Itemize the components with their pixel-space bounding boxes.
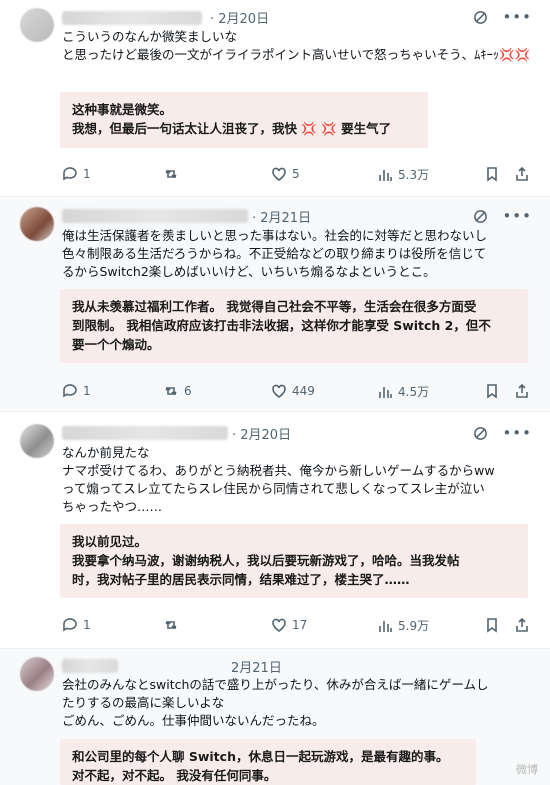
watermark: 微博: [516, 763, 538, 776]
retweet-button[interactable]: [163, 166, 184, 182]
more-options-icon[interactable]: •••: [502, 10, 532, 25]
avatar[interactable]: [20, 424, 54, 458]
reply-button[interactable]: 1: [62, 617, 91, 633]
bookmark-button[interactable]: [484, 166, 500, 182]
share-icon: [516, 166, 528, 181]
more-options-icon[interactable]: •••: [502, 426, 532, 441]
translation-box: 这种事就是微笑。 我想，但最后一句话太让人沮丧了，我快 💢 💢 要生气了: [60, 92, 428, 148]
tweet-text: なんか前見たな ナマポ受けてるわ、ありがとう納税者共、俺今から新しいゲームするか…: [62, 445, 495, 514]
heart-icon: [272, 618, 286, 632]
avatar[interactable]: [20, 657, 54, 691]
share-button[interactable]: [514, 383, 530, 399]
reply-button[interactable]: 1: [62, 166, 91, 182]
reply-icon: [63, 618, 77, 632]
views-icon: [379, 386, 392, 398]
grok-icon[interactable]: [473, 426, 488, 441]
share-button[interactable]: [514, 166, 530, 182]
username-blurred[interactable]: [62, 659, 118, 673]
views-button[interactable]: 4.5万: [377, 383, 429, 400]
grok-icon[interactable]: [473, 10, 488, 25]
bookmark-button[interactable]: [484, 617, 500, 633]
translation-box: 我从未羡慕过福利工作者。 我觉得自己社会不平等，生活会在很多方面受 到限制。 我…: [60, 289, 528, 363]
tweet-date[interactable]: · 2月20日: [232, 424, 291, 443]
more-options-icon[interactable]: •••: [502, 209, 532, 224]
avatar[interactable]: [20, 8, 54, 42]
tweet-date[interactable]: · 2月21日: [252, 207, 311, 226]
views-button[interactable]: 5.3万: [377, 166, 429, 183]
translation-box: 和公司里的每个人聊 Switch，休息日一起玩游戏，是最有趣的事。 对不起，对不…: [60, 739, 476, 785]
tweet-text: こういうのなんか微笑ましいな と思ったけど最後の一文がイライラポイント高いせいで…: [62, 29, 531, 62]
retweet-icon: [165, 620, 177, 630]
tweet-text: 俺は生活保護者を羨ましいと思った事はない。社会的に対等だと思わないし 色々制限あ…: [62, 228, 488, 279]
views-button[interactable]: 5.9万: [377, 617, 429, 634]
share-icon: [516, 617, 528, 632]
like-button[interactable]: 449: [271, 383, 315, 399]
username-blurred[interactable]: [62, 209, 248, 223]
share-icon: [516, 383, 528, 398]
retweet-button[interactable]: 6: [163, 383, 192, 399]
heart-icon: [272, 384, 286, 398]
translation-box: 我以前见过。 我要拿个纳马波，谢谢纳税人，我以后要玩新游戏了，哈哈。当我发帖 时…: [60, 524, 528, 598]
views-icon: [379, 620, 392, 632]
tweet-2[interactable]: · 2月21日 ••• 俺は生活保護者を羨ましいと思った事はない。社会的に対等だ…: [0, 197, 550, 412]
bookmark-button[interactable]: [484, 383, 500, 399]
retweet-icon: [165, 386, 177, 396]
username-blurred[interactable]: [62, 11, 202, 25]
like-button[interactable]: 5: [271, 166, 300, 182]
bookmark-icon: [487, 167, 497, 182]
tweet-1[interactable]: · 2月20日 ••• こういうのなんか微笑ましいな と思ったけど最後の一文がイ…: [0, 0, 550, 197]
tweet-text: 会社のみんなとswitchの話で盛り上がったり、休みが合えば一緒にゲームし たり…: [62, 677, 489, 728]
username-blurred[interactable]: [62, 426, 228, 440]
heart-icon: [272, 167, 286, 181]
grok-icon[interactable]: [473, 209, 488, 224]
tweet-3[interactable]: · 2月20日 ••• なんか前見たな ナマポ受けてるわ、ありがとう納税者共、俺…: [0, 412, 550, 649]
share-button[interactable]: [514, 617, 530, 633]
retweet-icon: [165, 169, 177, 179]
bookmark-icon: [487, 384, 497, 399]
avatar[interactable]: [20, 207, 54, 241]
bookmark-icon: [487, 618, 497, 633]
tweet-4[interactable]: 2月21日 会社のみんなとswitchの話で盛り上がったり、休みが合えば一緒にゲ…: [0, 649, 550, 785]
reply-button[interactable]: 1: [62, 383, 91, 399]
like-button[interactable]: 17: [271, 617, 307, 633]
reply-icon: [63, 384, 77, 398]
retweet-button[interactable]: [163, 617, 184, 633]
tweet-date[interactable]: 2月21日: [231, 657, 282, 676]
reply-icon: [63, 167, 77, 181]
tweet-date[interactable]: · 2月20日: [210, 8, 269, 27]
views-icon: [379, 169, 392, 181]
